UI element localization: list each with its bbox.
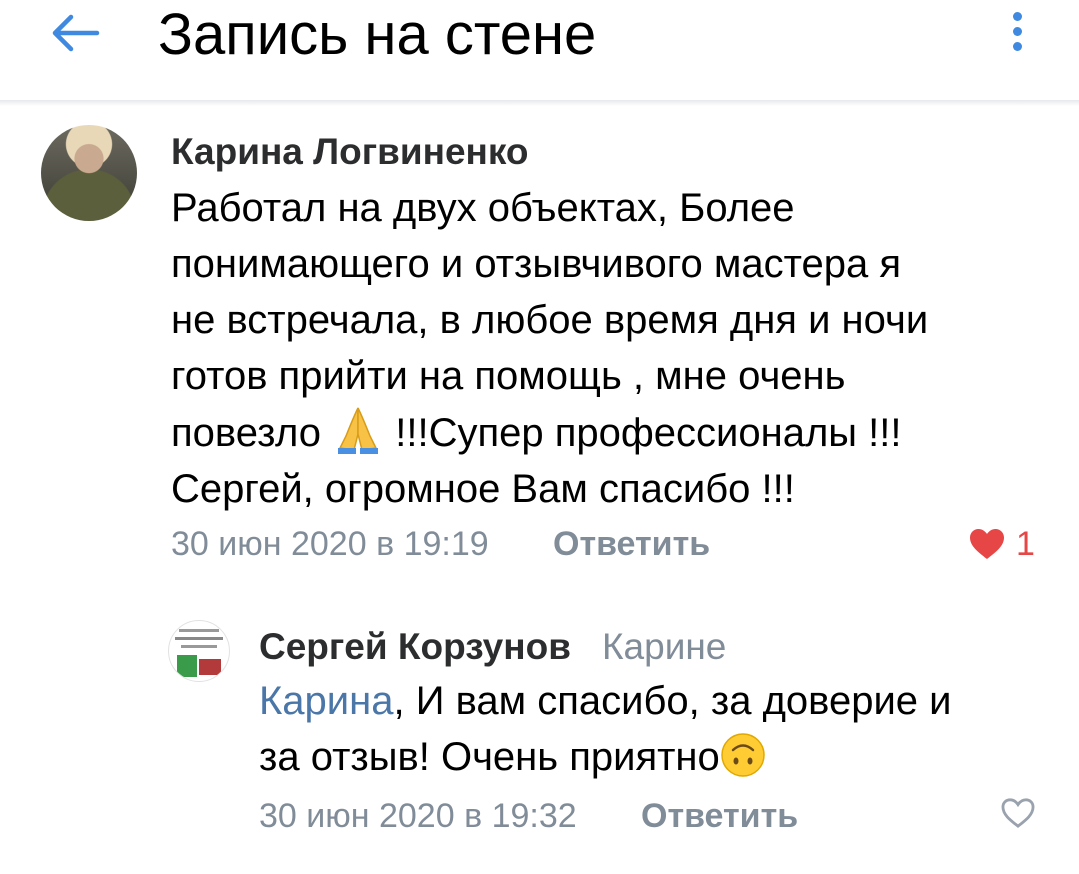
arrow-left-icon — [52, 14, 100, 52]
comment-date: 30 июн 2020 в 19:19 — [171, 525, 489, 563]
comment-text-line: за отзыв! Очень приятно — [259, 729, 1049, 785]
comment-text-line: Карина, И вам спасибо, за доверие и — [259, 673, 1049, 729]
more-vertical-icon-dot — [1012, 41, 1022, 51]
like-count: 1 — [1016, 525, 1035, 563]
page-title: Запись на стене — [158, 2, 597, 67]
comment-text-line: готов прийти на помощь , мне очень — [171, 354, 846, 398]
avatar-graphic — [177, 655, 197, 677]
comment-author-name[interactable]: Сергей Корзунов — [259, 627, 571, 667]
heart-filled-icon — [970, 529, 1004, 559]
avatar-graphic — [179, 629, 219, 632]
comment-text-line: понимающего и отзывчивого мастера я — [171, 242, 901, 286]
more-vertical-icon — [1012, 11, 1022, 21]
comment-author-name[interactable]: Карина Логвиненко — [171, 132, 529, 172]
comment-text-line: не встречала, в любое время дня и ночи — [171, 298, 929, 342]
avatar[interactable] — [168, 620, 230, 682]
comment-text: Карина, И вам спасибо, за доверие и за о… — [259, 673, 1049, 785]
avatar-graphic — [181, 645, 217, 648]
comment-text-line: повезло !!!Супер профессионалы !!! — [171, 404, 1041, 461]
comment-text-line: Работал на двух объектах, Более — [171, 186, 795, 230]
top-bar: Запись на стене — [0, 0, 1079, 100]
comment-text-fragment: за отзыв! Очень приятно — [259, 735, 720, 779]
header-divider — [0, 100, 1079, 106]
heart-outline-icon — [1001, 798, 1035, 828]
comment-text-fragment: !!!Супер профессионалы !!! — [384, 411, 902, 455]
reply-to-label[interactable]: Карине — [602, 627, 726, 667]
comment-date: 30 июн 2020 в 19:32 — [259, 797, 577, 835]
reply-button[interactable]: Ответить — [553, 524, 710, 564]
comment-text-fragment: повезло — [171, 411, 333, 455]
more-options-button[interactable] — [1000, 6, 1034, 56]
like-button[interactable]: 1 — [968, 524, 1035, 564]
comment-text-line: Сергей, огромное Вам спасибо !!! — [171, 467, 795, 511]
reply-button[interactable]: Ответить — [641, 796, 798, 836]
comment-text-fragment: , И вам спасибо, за доверие и — [393, 679, 952, 723]
comment-text: Работал на двух объектах, Более понимающ… — [171, 180, 1041, 517]
avatar[interactable] — [41, 125, 137, 221]
upside-down-face-emoji — [721, 733, 765, 777]
avatar-graphic — [175, 637, 223, 640]
like-button[interactable] — [1000, 797, 1036, 829]
avatar-graphic — [199, 659, 221, 675]
user-mention-link[interactable]: Карина — [259, 679, 393, 723]
more-vertical-icon-dot — [1012, 26, 1022, 36]
folded-hands-emoji — [338, 407, 379, 454]
back-button[interactable] — [44, 10, 106, 56]
